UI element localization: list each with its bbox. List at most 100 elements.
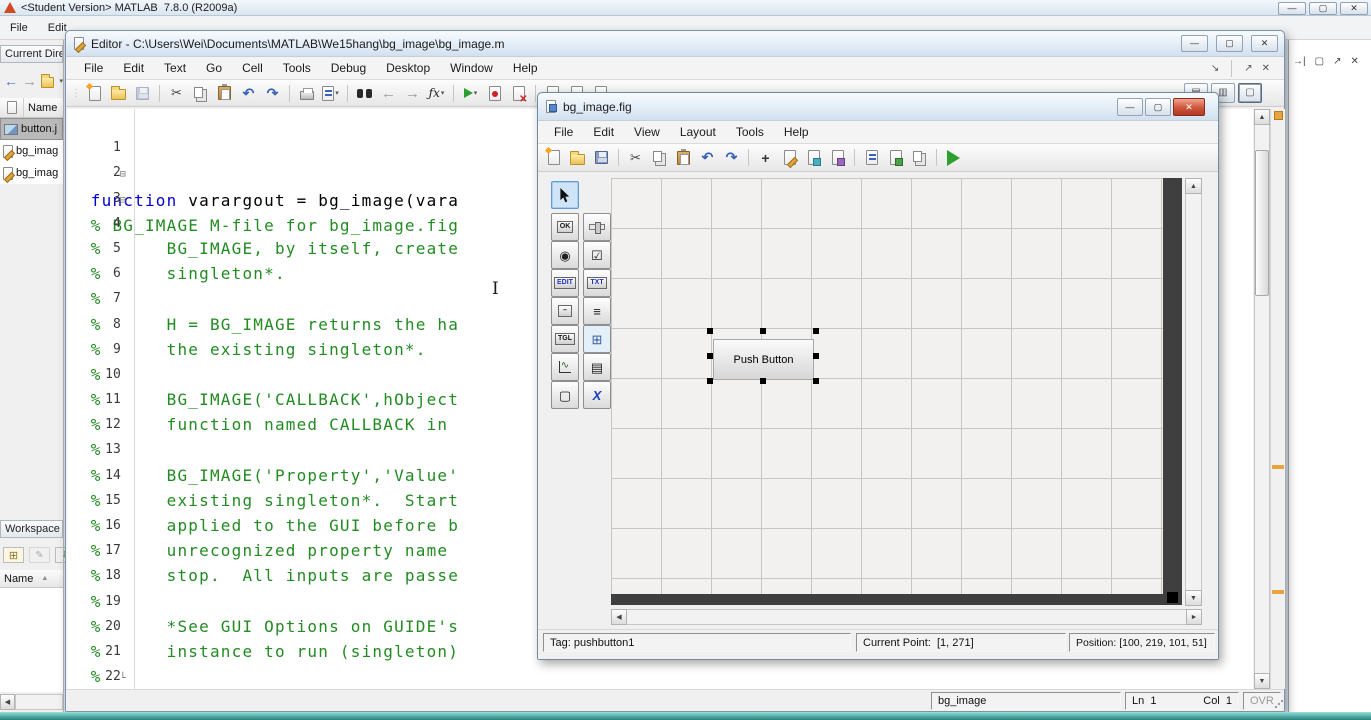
align-objects-button[interactable]: + [755, 147, 776, 168]
workspace-header[interactable]: Workspace [0, 520, 63, 538]
guide-menu-help[interactable]: Help [774, 122, 819, 142]
resize-grip[interactable] [1274, 699, 1283, 708]
editor-minimize-button[interactable]: — [1181, 35, 1208, 52]
file-type-column-icon[interactable] [0, 98, 24, 117]
copy-button[interactable] [190, 83, 211, 104]
main-menu-file[interactable]: File [0, 19, 38, 37]
selection-handle-n[interactable] [760, 328, 766, 334]
tab-order-editor-button[interactable] [803, 147, 824, 168]
editor-doc-close-icon[interactable]: ✕ [1262, 63, 1270, 74]
name-column-header[interactable]: Name [24, 102, 57, 114]
radio-button-tool[interactable]: ◉ [551, 241, 579, 269]
guide-run-button[interactable] [943, 147, 964, 168]
popup-menu-tool[interactable]: – [551, 297, 579, 325]
editor-scrollbar-thumb[interactable] [1255, 150, 1269, 296]
canvas-scroll-down[interactable]: ▼ [1185, 590, 1202, 606]
guide-layout-canvas[interactable] [611, 178, 1163, 594]
selection-handle-w[interactable] [707, 353, 713, 359]
editor-menu-help[interactable]: Help [503, 58, 548, 78]
workspace-list[interactable] [0, 588, 63, 692]
file-list-item[interactable]: button.j [0, 118, 63, 140]
sort-arrow-icon[interactable]: ▲ [41, 575, 48, 582]
editor-menu-window[interactable]: Window [440, 58, 503, 78]
workspace-open-icon[interactable]: ✎ [29, 547, 50, 563]
undo-button[interactable]: ↶ [238, 83, 259, 104]
selection-handle-e[interactable] [813, 353, 819, 359]
button-group-tool[interactable]: ▢ [551, 381, 579, 409]
save-file-button[interactable] [132, 83, 153, 104]
warning-marker-2[interactable] [1272, 590, 1284, 594]
canvas-push-button[interactable]: Push Button [713, 339, 814, 380]
guide-menu-edit[interactable]: Edit [583, 122, 624, 142]
guide-menu-layout[interactable]: Layout [670, 122, 726, 142]
selection-handle-s[interactable] [760, 378, 766, 384]
workspace-new-variable-icon[interactable]: ⊞ [3, 547, 24, 563]
editor-menu-desktop[interactable]: Desktop [376, 58, 440, 78]
selection-handle-se[interactable] [813, 378, 819, 384]
toolbar-grip[interactable]: ⋮ [71, 88, 81, 99]
guide-undo-button[interactable]: ↶ [697, 147, 718, 168]
canvas-scroll-right[interactable]: ► [1186, 609, 1202, 625]
slider-tool[interactable] [583, 213, 611, 241]
editor-menu-debug[interactable]: Debug [321, 58, 376, 78]
canvas-scroll-left[interactable]: ◀ [611, 609, 627, 625]
editor-menu-text[interactable]: Text [154, 58, 196, 78]
clear-breakpoints-button[interactable] [508, 83, 529, 105]
panel-dock-icon[interactable]: →| [1293, 56, 1306, 67]
axes-tool[interactable]: ∿ [551, 353, 579, 381]
select-tool[interactable] [551, 181, 579, 209]
dir-back-icon[interactable]: ← [4, 73, 18, 89]
panel-close-icon[interactable]: ✕ [1350, 56, 1358, 67]
go-forward-button[interactable]: → [402, 83, 423, 104]
editor-menu-go[interactable]: Go [196, 58, 232, 78]
property-inspector-button[interactable] [885, 147, 906, 168]
set-breakpoint-button[interactable] [484, 83, 505, 104]
toggle-button-tool[interactable]: TGL [551, 325, 579, 353]
push-button-tool[interactable]: OK [551, 213, 579, 241]
go-back-button[interactable]: ← [378, 83, 399, 104]
guide-cut-button[interactable]: ✂ [625, 147, 646, 168]
guide-menu-tools[interactable]: Tools [726, 122, 774, 142]
edit-text-tool[interactable]: EDIT [551, 269, 579, 297]
checkbox-tool[interactable]: ☑ [583, 241, 611, 269]
editor-menu-file[interactable]: File [74, 58, 113, 78]
guide-open-button[interactable] [567, 147, 588, 168]
main-minimize-button[interactable]: — [1278, 2, 1306, 15]
warning-marker-1[interactable] [1272, 465, 1284, 469]
editor-scroll-down[interactable]: ▼ [1254, 673, 1270, 689]
guide-close-button[interactable]: ✕ [1173, 98, 1205, 116]
open-file-button[interactable] [108, 83, 129, 104]
editor-scrollbar-track[interactable]: ▲ ▼ [1254, 109, 1270, 689]
static-text-tool[interactable]: TXT [583, 269, 611, 297]
workspace-hscroll-track[interactable] [15, 694, 63, 710]
find-button[interactable] [354, 83, 375, 104]
paste-button[interactable] [214, 83, 235, 104]
folder-caret-icon[interactable]: ▾ [59, 77, 63, 85]
panel-maximize-icon[interactable]: ▢ [1315, 56, 1324, 67]
editor-maximize-button[interactable]: ▢ [1216, 35, 1243, 52]
editor-close-button[interactable]: ✕ [1251, 35, 1278, 52]
code-line[interactable]: 23 % Edit the above text to modify the r… [67, 663, 1253, 688]
redo-button[interactable]: ↷ [262, 83, 283, 104]
object-browser-button[interactable] [909, 147, 930, 168]
figure-resize-handle[interactable] [1167, 592, 1178, 603]
main-maximize-button[interactable]: ▢ [1309, 2, 1337, 15]
split-none-button[interactable]: ▢ [1238, 83, 1262, 103]
dir-forward-icon[interactable]: → [22, 73, 37, 90]
listbox-tool[interactable]: ≡ [583, 297, 611, 325]
guide-minimize-button[interactable]: — [1117, 98, 1143, 116]
print-button[interactable] [296, 83, 317, 104]
panel-undock-icon[interactable]: ↗ [1333, 56, 1341, 67]
guide-paste-button[interactable] [673, 147, 694, 168]
guide-new-button[interactable] [543, 147, 564, 168]
editor-scroll-up[interactable]: ▲ [1254, 109, 1270, 125]
canvas-vscroll-track[interactable]: ▲ ▼ [1185, 178, 1202, 606]
guide-menu-view[interactable]: View [624, 122, 670, 142]
editor-dock-icon[interactable]: ↘ [1211, 63, 1219, 74]
guide-save-button[interactable] [591, 147, 612, 168]
guide-maximize-button[interactable]: ▢ [1145, 98, 1171, 116]
file-list-item[interactable]: bg_imag [0, 140, 63, 162]
editor-undock-icon[interactable]: ↗ [1244, 63, 1252, 74]
editor-menu-cell[interactable]: Cell [232, 58, 273, 78]
workspace-name-column-header[interactable]: Name [0, 573, 33, 585]
